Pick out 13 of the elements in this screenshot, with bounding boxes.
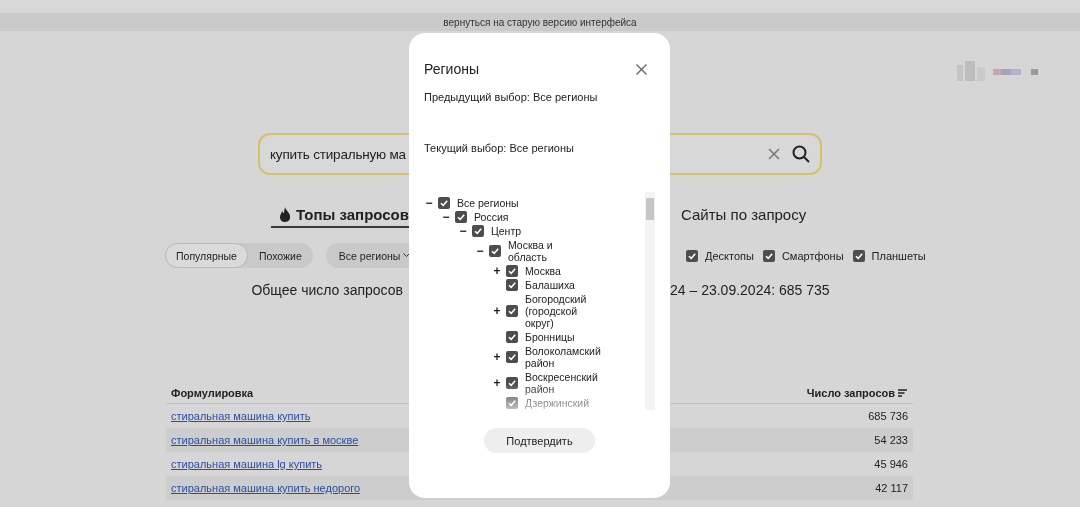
table-cell: 45 946 <box>874 458 908 470</box>
checkbox-label: Планшеты <box>871 249 926 262</box>
table-cell: 54 233 <box>874 434 908 446</box>
table-cell: 685 736 <box>868 410 908 422</box>
column-header: Формулировка <box>171 387 254 399</box>
previous-selection-text: Предыдущий выбор: Все регионы <box>424 91 599 103</box>
dialog-title: Регионы <box>424 61 479 77</box>
table-cell: 42 117 <box>875 482 908 494</box>
checkbox-label: Десктопы <box>705 249 754 262</box>
total-count-text: 24 – 23.09.2024: 685 735 <box>670 282 831 298</box>
checkbox-label: Смартфоны <box>781 249 844 262</box>
current-selection-text: Текущий выбор: Все регионы <box>424 142 575 154</box>
total-count-text: Общее число запросов <box>251 282 404 298</box>
